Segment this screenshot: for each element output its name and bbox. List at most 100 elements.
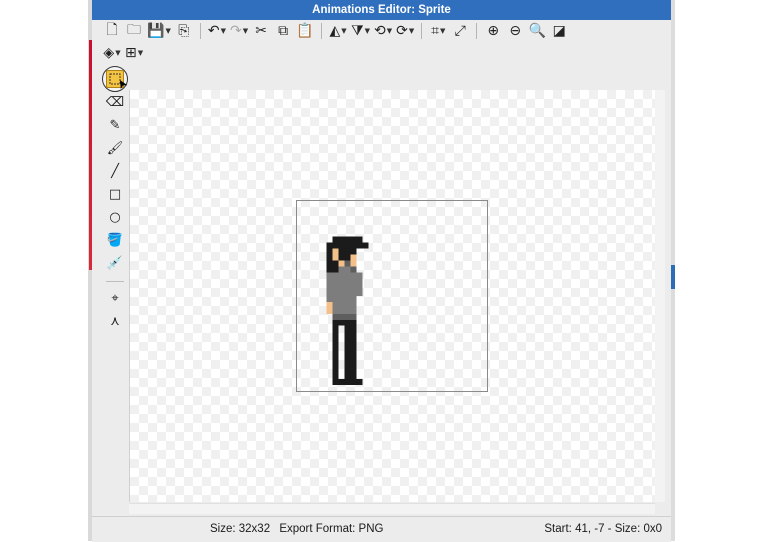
- dropdown-caret-icon[interactable]: ▼: [409, 27, 414, 35]
- layers-icon: ◈: [103, 45, 115, 61]
- sprite-pixel: [338, 254, 351, 261]
- dropdown-caret-icon[interactable]: ▼: [138, 49, 143, 57]
- sprite-pixel: [332, 361, 339, 368]
- background-toggle-icon: ◪: [552, 23, 566, 39]
- zoom-out-button[interactable]: ⊖: [505, 21, 525, 41]
- dropdown-caret-icon[interactable]: ▼: [221, 27, 226, 35]
- dropdown-caret-icon[interactable]: ▼: [365, 27, 370, 35]
- sprite-pixel: [326, 254, 333, 261]
- sprite-canvas[interactable]: [296, 200, 488, 392]
- selection-tool-button[interactable]: ➤: [102, 66, 131, 92]
- pencil-tool-icon: ✎: [109, 118, 121, 133]
- sprite-pixel: [332, 307, 357, 314]
- background-toggle-button[interactable]: ◪: [549, 21, 569, 41]
- sprite-pixel: [344, 373, 357, 380]
- flip-horizontal-button[interactable]: ◭ ▼: [328, 21, 348, 41]
- eraser-tool-button[interactable]: ⌫: [104, 92, 126, 113]
- new-document-button[interactable]: 🗋: [102, 21, 122, 41]
- main-toolbar: 🗋 🗀 💾 ▼ ⎘ ↶ ▼ ↷ ▼ ✂ ⧉ 📋 ◭ ▼ ⧩ ▼ ⟲ ▼ ⟳ ▼ ⌗ ▼ ⤢ ⊕ ⊖ 🔍 ◪: [102, 20, 571, 42]
- paste-button[interactable]: 📋: [295, 21, 315, 41]
- sprite-pixel: [344, 367, 357, 374]
- pencil-tool-button[interactable]: ✎: [104, 115, 126, 136]
- sprite-pixel: [344, 343, 357, 350]
- save-icon: 💾: [147, 23, 165, 39]
- zoom-out-icon: ⊖: [509, 23, 522, 39]
- dropdown-caret-icon[interactable]: ▼: [165, 27, 170, 35]
- sprite-pixel: [350, 260, 357, 267]
- eyedropper-tool-button[interactable]: 💉: [104, 253, 126, 274]
- ellipse-tool-button[interactable]: ○: [104, 207, 126, 228]
- line-tool-button[interactable]: ╱: [104, 161, 126, 182]
- fill-bucket-tool-button[interactable]: 🪣: [104, 230, 126, 251]
- rotate-right-icon: ⟳: [396, 23, 408, 39]
- redo-button[interactable]: ↷ ▼: [229, 21, 249, 41]
- sprite-pixel: [326, 278, 363, 285]
- import-button[interactable]: ⎘: [174, 21, 194, 41]
- grid-icon: ⊞: [125, 45, 137, 61]
- animations-editor-window: Animations Editor: Sprite 🗋 🗀 💾 ▼ ⎘ ↶ ▼ ↷ ▼ ✂ ⧉ 📋 ◭ ▼…: [92, 0, 671, 542]
- rotate-left-icon: ⟲: [373, 23, 386, 39]
- sprite-pixel: [332, 349, 339, 356]
- dropdown-caret-icon[interactable]: ▼: [341, 27, 346, 35]
- toolbar-separator: [476, 23, 478, 39]
- sprite-pixel: [326, 266, 339, 273]
- sprite-pixel: [326, 260, 339, 267]
- brush-tool-button[interactable]: 🖌: [104, 138, 126, 159]
- resize-icon: ⤢: [454, 23, 466, 39]
- sprite-pixel: [338, 260, 345, 267]
- status-export-format: Export Format: PNG: [279, 523, 384, 535]
- crop-button[interactable]: ⌗ ▼: [428, 21, 448, 41]
- collision-point-tool-button[interactable]: ⋏: [104, 311, 126, 332]
- cut-button[interactable]: ✂: [251, 21, 271, 41]
- sprite-pixel: [338, 248, 357, 255]
- origin-point-tool-button[interactable]: ⌖: [104, 288, 126, 309]
- new-document-icon: 🗋: [106, 22, 118, 38]
- copy-button[interactable]: ⧉: [273, 21, 293, 41]
- toolbar-separator: [321, 23, 323, 39]
- resize-button[interactable]: ⤢: [450, 21, 470, 41]
- zoom-in-icon: ⊕: [487, 23, 500, 39]
- sprite-pixel: [326, 307, 333, 314]
- zoom-fit-button[interactable]: 🔍: [527, 21, 547, 41]
- flip-vertical-icon: ⧩: [351, 23, 364, 39]
- vertical-scrollbar[interactable]: [655, 90, 665, 502]
- window-title: Animations Editor: Sprite: [92, 0, 671, 20]
- sprite-pixel: [332, 331, 339, 338]
- flip-vertical-button[interactable]: ⧩ ▼: [350, 21, 371, 41]
- background-blue-marker: [671, 265, 675, 289]
- sprite-pixel: [326, 242, 369, 249]
- status-size: Size: 32x32: [210, 523, 271, 535]
- sprite-pixel: [332, 337, 339, 344]
- open-folder-button[interactable]: 🗀: [124, 21, 144, 41]
- save-button[interactable]: 💾 ▼: [146, 21, 172, 41]
- grid-button[interactable]: ⊞ ▼: [124, 43, 144, 63]
- copy-icon: ⧉: [278, 23, 289, 39]
- rectangle-tool-icon: □: [108, 187, 122, 202]
- dropdown-caret-icon[interactable]: ▼: [115, 49, 120, 57]
- crop-icon: ⌗: [431, 23, 439, 39]
- undo-button[interactable]: ↶ ▼: [207, 21, 227, 41]
- sprite-pixel: [344, 331, 357, 338]
- sprite-image: [326, 236, 369, 386]
- sprite-pixel: [332, 343, 339, 350]
- open-folder-icon: 🗀: [127, 22, 141, 38]
- sprite-pixel: [332, 373, 339, 380]
- rotate-left-button[interactable]: ⟲ ▼: [373, 21, 393, 41]
- line-tool-icon: ╱: [111, 164, 119, 179]
- dropdown-caret-icon[interactable]: ▼: [243, 27, 248, 35]
- redo-icon: ↷: [229, 23, 242, 39]
- rotate-right-button[interactable]: ⟳ ▼: [395, 21, 415, 41]
- sprite-pixel: [350, 266, 357, 273]
- sprite-pixel: [332, 301, 357, 308]
- canvas-area[interactable]: [129, 90, 655, 502]
- origin-point-tool-icon: ⌖: [111, 291, 119, 306]
- rectangle-tool-button[interactable]: □: [104, 184, 126, 205]
- dropdown-caret-icon[interactable]: ▼: [440, 27, 445, 35]
- sprite-pixel: [344, 349, 357, 356]
- zoom-in-button[interactable]: ⊕: [483, 21, 503, 41]
- tools-palette: ➤ ⌫ ✎ 🖌 ╱ □ ○ 🪣 💉 ⌖ ⋏: [102, 66, 131, 506]
- paste-icon: 📋: [296, 23, 314, 39]
- horizontal-scrollbar[interactable]: [129, 503, 655, 514]
- layers-button[interactable]: ◈ ▼: [102, 43, 122, 63]
- dropdown-caret-icon[interactable]: ▼: [387, 27, 392, 35]
